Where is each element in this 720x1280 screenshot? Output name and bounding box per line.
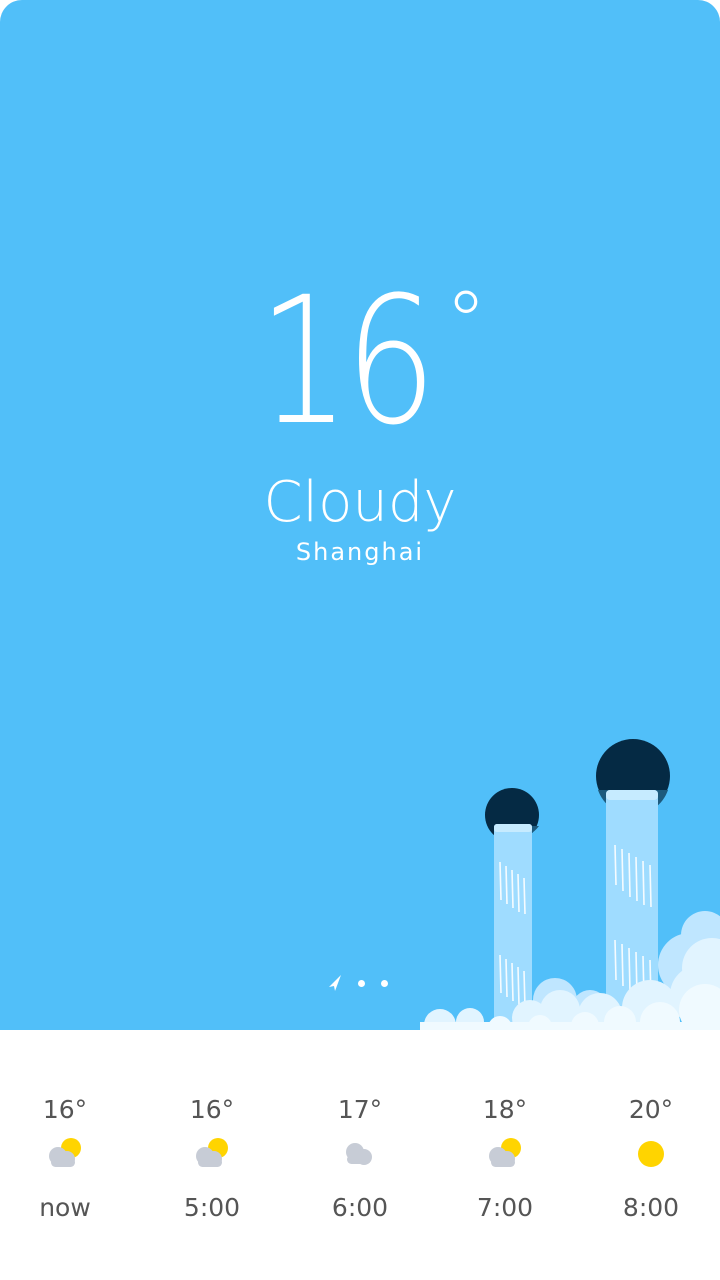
- hourly-temperature: 16°: [42, 1095, 88, 1124]
- hourly-time: 6:00: [331, 1193, 389, 1222]
- hourly-icon-slot: [586, 1130, 716, 1188]
- current-temperature: 16 °: [0, 262, 720, 462]
- hourly-item-8[interactable]: 20° 8:00: [586, 1090, 716, 1228]
- partly-cloudy-icon: [196, 1138, 228, 1167]
- partly-cloudy-icon: [489, 1138, 521, 1167]
- weather-condition: Cloudy: [263, 470, 457, 535]
- sun-icon: [638, 1141, 664, 1167]
- hourly-temperature: 18°: [482, 1095, 528, 1124]
- city-name[interactable]: Shanghai: [0, 534, 720, 570]
- cloud-icon: [346, 1143, 372, 1165]
- weather-screen: 16 ° Cloudy Shanghai 16° now 16° 5:00 17…: [0, 0, 720, 1280]
- hourly-icon-slot: [440, 1130, 570, 1188]
- degree-symbol: °: [444, 273, 487, 371]
- hourly-temperature: 20°: [628, 1095, 674, 1124]
- partly-cloudy-icon: [49, 1138, 81, 1167]
- hourly-time: 8:00: [622, 1193, 680, 1222]
- hourly-item-5[interactable]: 16° 5:00: [147, 1090, 277, 1228]
- hourly-forecast: 16° now 16° 5:00 17° 6:00 18° 7:00 20° 8…: [0, 1030, 720, 1280]
- hourly-item-7[interactable]: 18° 7:00: [440, 1090, 570, 1228]
- page-indicator[interactable]: [328, 974, 388, 992]
- hourly-time: 5:00: [183, 1193, 241, 1222]
- location-arrow-icon[interactable]: [328, 974, 342, 992]
- small-tower: [485, 788, 539, 1030]
- hourly-time: now: [39, 1193, 91, 1222]
- hourly-item-now[interactable]: 16° now: [0, 1090, 130, 1228]
- cloud-bank: [420, 911, 720, 1030]
- page-dot-3[interactable]: [381, 979, 388, 987]
- temperature-value: 16: [258, 259, 437, 464]
- hourly-icon-slot: [0, 1130, 130, 1188]
- hourly-temperature: 16°: [189, 1095, 235, 1124]
- hourly-temperature: 17°: [337, 1095, 383, 1124]
- hourly-icon-slot: [147, 1130, 277, 1188]
- hourly-item-6[interactable]: 17° 6:00: [295, 1090, 425, 1228]
- hourly-icon-slot: [295, 1130, 425, 1188]
- hourly-time: 7:00: [476, 1193, 534, 1222]
- page-dot-2[interactable]: [358, 979, 365, 987]
